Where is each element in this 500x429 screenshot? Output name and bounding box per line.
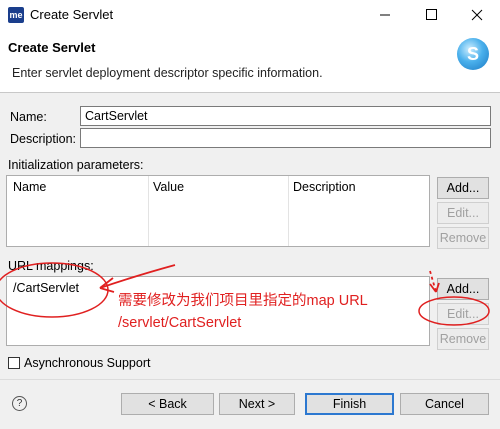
- cancel-button[interactable]: Cancel: [400, 393, 489, 415]
- back-button[interactable]: < Back: [121, 393, 214, 415]
- annotation-text-line2: /servlet/CartServlet: [118, 315, 242, 331]
- footer-divider: [0, 379, 500, 380]
- annotation-circle-mapping: [0, 262, 109, 318]
- async-support-label[interactable]: Asynchronous Support: [24, 356, 150, 370]
- annotation-circle-edit: [418, 296, 490, 326]
- finish-button[interactable]: Finish: [305, 393, 394, 415]
- async-support-checkbox[interactable]: [8, 357, 20, 369]
- annotation-arrow-left: [99, 264, 176, 289]
- annotation-text-line1: 需要修改为我们项目里指定的map URL: [118, 293, 368, 309]
- help-icon[interactable]: ?: [12, 396, 27, 411]
- next-button[interactable]: Next >: [219, 393, 295, 415]
